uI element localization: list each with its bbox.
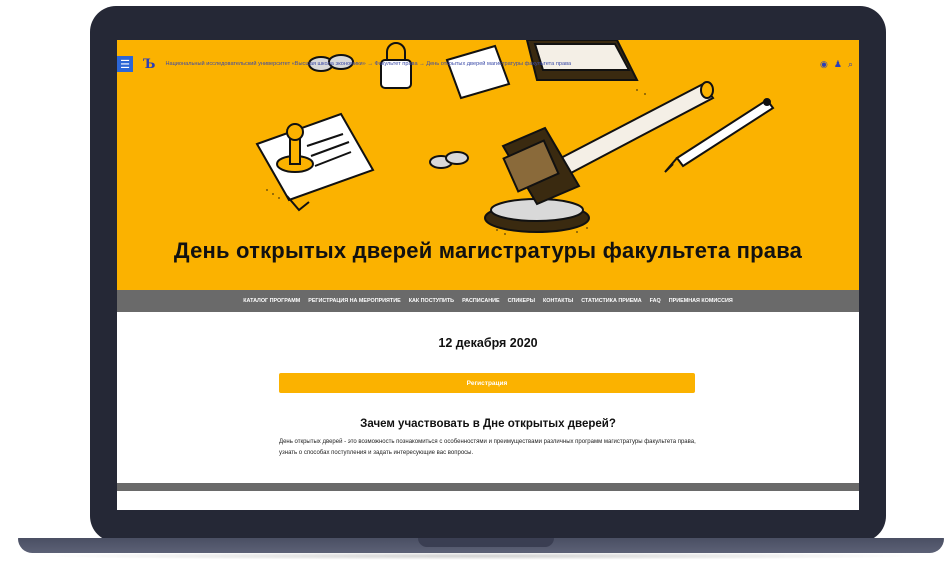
footer-bar — [117, 483, 859, 491]
nav-item-speakers[interactable]: СПИКЕРЫ — [508, 298, 535, 304]
nav-item-contacts[interactable]: КОНТАКТЫ — [543, 298, 573, 304]
nav-item-how-to-apply[interactable]: КАК ПОСТУПИТЬ — [409, 298, 454, 304]
laptop-screen: ☰ Ъ Национальный исследовательский униве… — [117, 40, 859, 510]
nav-item-registration[interactable]: РЕГИСТРАЦИЯ НА МЕРОПРИЯТИЕ — [308, 298, 400, 304]
top-icons: ◉ ♟ ⌕ — [820, 56, 853, 72]
hero-banner: ☰ Ъ Национальный исследовательский униве… — [117, 40, 859, 290]
top-bar: ☰ Ъ Национальный исследовательский униве… — [117, 56, 859, 72]
page-title: День открытых дверей магистратуры факуль… — [173, 238, 803, 263]
eye-icon[interactable]: ◉ — [820, 59, 828, 70]
nav-item-schedule[interactable]: РАСПИСАНИЕ — [462, 298, 500, 304]
laptop-notch — [418, 538, 554, 547]
nav-item-faq[interactable]: FAQ — [650, 298, 661, 304]
menu-icon: ☰ — [120, 58, 130, 71]
hse-logo[interactable]: Ъ — [143, 57, 155, 72]
menu-button[interactable]: ☰ — [117, 56, 133, 72]
laptop-shadow — [30, 552, 930, 560]
user-icon[interactable]: ♟ — [834, 59, 842, 70]
section-text: День открытых дверей - это возможность п… — [279, 439, 696, 456]
main-nav: КАТАЛОГ ПРОГРАММ РЕГИСТРАЦИЯ НА МЕРОПРИЯ… — [117, 290, 859, 312]
section-heading: Зачем участвовать в Дне открытых дверей? — [360, 418, 616, 430]
nav-item-catalog[interactable]: КАТАЛОГ ПРОГРАММ — [243, 298, 300, 304]
nav-item-statistics[interactable]: СТАТИСТИКА ПРИЕМА — [581, 298, 641, 304]
search-icon[interactable]: ⌕ — [848, 59, 853, 70]
nav-item-admissions[interactable]: ПРИЕМНАЯ КОМИССИЯ — [669, 298, 733, 304]
event-date: 12 декабря 2020 — [438, 336, 538, 350]
breadcrumb[interactable]: Национальный исследовательский университ… — [165, 61, 571, 67]
register-button[interactable]: Регистрация — [279, 373, 695, 393]
